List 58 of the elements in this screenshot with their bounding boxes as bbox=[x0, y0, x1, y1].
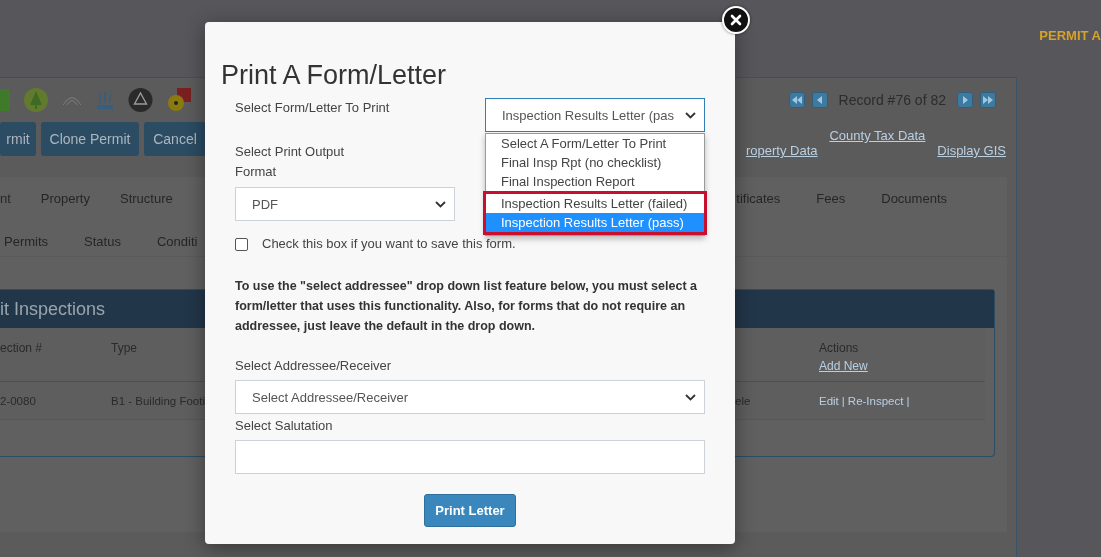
form-select[interactable]: Inspection Results Letter (pas bbox=[485, 98, 705, 132]
first-record-button[interactable] bbox=[788, 92, 805, 108]
action-link[interactable]: Re-Inspect bbox=[847, 394, 904, 407]
output-select[interactable]: PDF bbox=[235, 187, 455, 221]
previous-record-button[interactable] bbox=[811, 92, 828, 108]
tile-icon bbox=[0, 89, 10, 111]
section-tab[interactable]: Permits bbox=[4, 234, 49, 256]
section-tab[interactable]: Structure bbox=[120, 191, 173, 234]
section-tab[interactable]: nt bbox=[0, 191, 11, 234]
notice-text: To use the "select addressee" drop down list feature below, you must select a form/letter that uses this functionality. Also, for forms that do not require an addressee, just leave the default in the drop down. bbox=[235, 278, 698, 335]
last-record-button[interactable] bbox=[980, 92, 996, 108]
dropdown-option[interactable]: Inspection Results Letter (failed) bbox=[486, 194, 704, 213]
close-icon bbox=[730, 14, 742, 26]
close-button[interactable] bbox=[722, 6, 750, 34]
data-link[interactable]: roperty Data bbox=[745, 143, 818, 158]
dropdown-option[interactable]: Final Insp Rpt (no checklist) bbox=[486, 153, 704, 172]
action-link[interactable]: Edit bbox=[819, 394, 839, 407]
section-tab[interactable]: Fees bbox=[816, 191, 846, 234]
header-title: PERMIT A bbox=[1039, 28, 1101, 43]
field-label: Select Addressee/Receiver bbox=[235, 357, 393, 375]
chevron-down-icon bbox=[685, 111, 696, 119]
toolbar-button[interactable]: Clone Permit bbox=[41, 122, 139, 156]
salutation-field[interactable] bbox=[235, 440, 705, 474]
panel-title: it Inspections bbox=[0, 298, 106, 320]
addressee-select[interactable]: Select Addressee/Receiver bbox=[235, 380, 705, 414]
warning-icon bbox=[128, 88, 153, 112]
toolbar-button[interactable]: rmit bbox=[0, 122, 36, 156]
save-checkbox[interactable] bbox=[235, 237, 248, 251]
data-link[interactable]: County Tax Data bbox=[829, 128, 926, 143]
next-record-button[interactable] bbox=[957, 92, 973, 108]
section-tab[interactable]: Property bbox=[40, 191, 90, 234]
add-new-link[interactable]: Add New bbox=[819, 359, 868, 373]
separator: | bbox=[841, 394, 845, 407]
dialog-title: Print A Form/Letter bbox=[221, 59, 448, 92]
checkbox-label: Check this box if you want to save this form. bbox=[262, 235, 516, 253]
field-label: Select Form/Letter To Print bbox=[235, 99, 391, 117]
section-tab[interactable]: Conditi bbox=[156, 234, 198, 256]
separator: | bbox=[906, 394, 910, 407]
hazard-icon bbox=[167, 88, 194, 112]
chevron-down-icon bbox=[435, 200, 446, 208]
print-button[interactable]: Print Letter bbox=[424, 494, 516, 527]
tree-icon bbox=[24, 88, 48, 112]
section-tab[interactable]: tificates bbox=[736, 191, 781, 234]
field-label: Select Print Output Format bbox=[235, 143, 346, 181]
chevron-down-icon bbox=[685, 393, 696, 401]
section-tab[interactable]: Status bbox=[84, 234, 121, 256]
dropdown-option[interactable]: Inspection Results Letter (pass) bbox=[486, 213, 704, 232]
arch-icon bbox=[62, 94, 82, 106]
data-link[interactable]: Display GIS bbox=[937, 143, 1006, 158]
plant-icon bbox=[96, 89, 114, 111]
field-label: Select Salutation bbox=[235, 417, 334, 435]
double-triangle-icon bbox=[983, 96, 993, 104]
dropdown-option[interactable]: Select A Form/Letter To Print bbox=[486, 134, 704, 153]
section-tab[interactable]: Documents bbox=[881, 191, 947, 234]
dropdown-option[interactable]: Final Inspection Report bbox=[486, 172, 704, 191]
double-triangle-icon bbox=[791, 96, 802, 104]
toolbar-button[interactable]: Cancel bbox=[144, 122, 206, 156]
triangle-icon bbox=[960, 96, 970, 104]
